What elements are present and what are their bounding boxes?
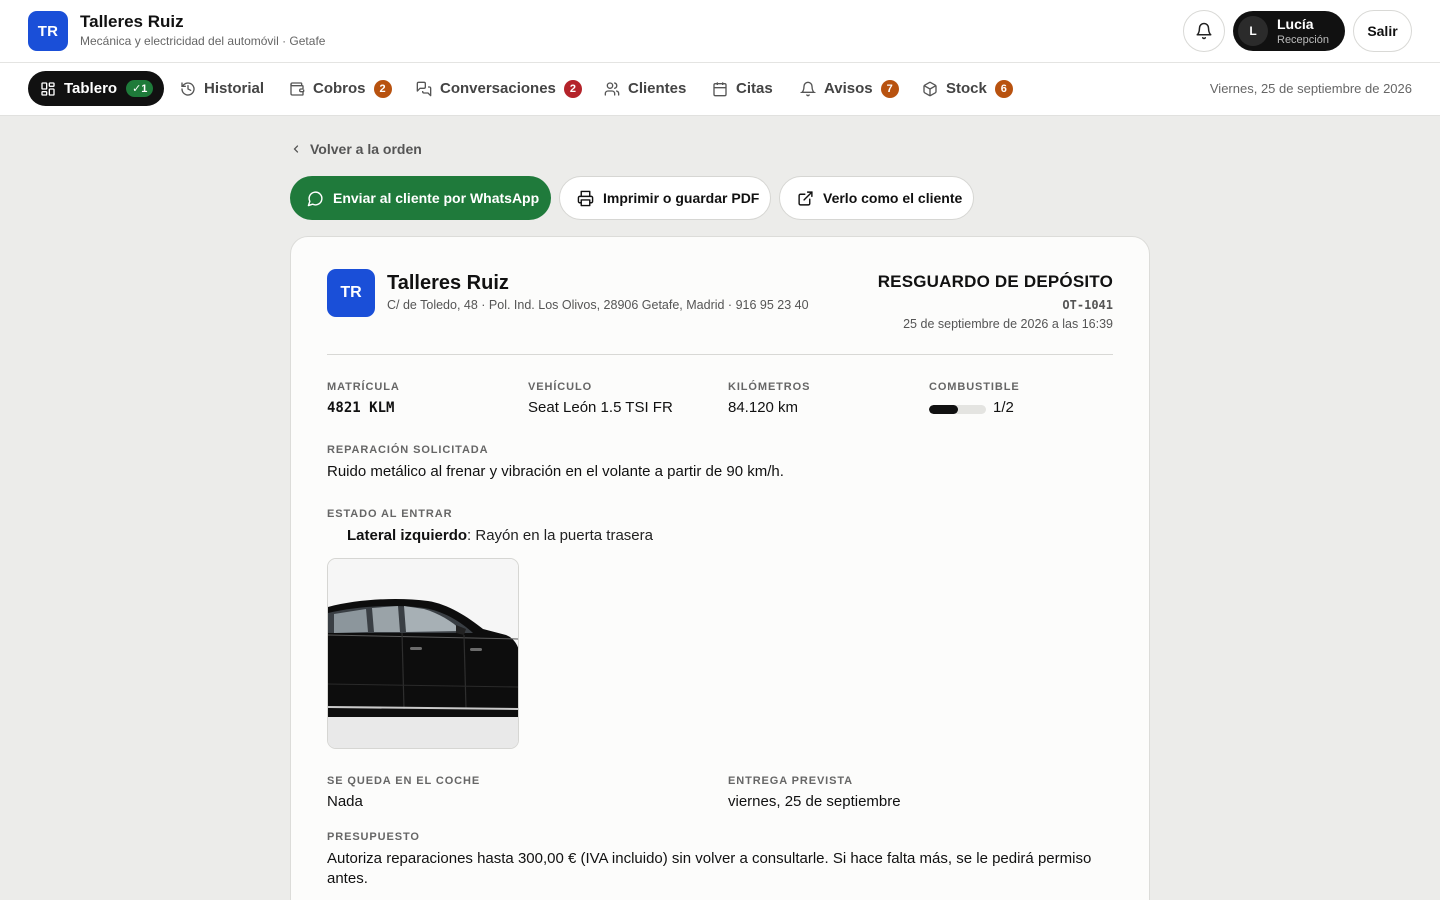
external-link-icon [798,190,813,206]
car-photo-image [328,559,518,748]
app-logo: TR [28,11,68,51]
vehicle-label: VEHÍCULO [528,381,593,393]
box-icon [923,81,937,96]
fuel-value: 1/2 [993,399,1014,416]
nav-cobros[interactable]: Cobros 2 [289,71,392,106]
nav-label: Stock [946,80,987,97]
current-date: Viernes, 25 de septiembre de 2026 [1209,81,1412,96]
fuel-gauge [929,405,986,414]
document-title: RESGUARDO DE DEPÓSITO [877,272,1113,291]
km-value: 84.120 km [728,399,799,416]
budget-label: PRESUPUESTO [327,831,420,843]
nav-avisos[interactable]: Avisos 7 [800,71,899,106]
divider [327,354,1113,355]
company-logo: TR [327,269,375,317]
delivery-label: ENTREGA PREVISTA [728,775,854,787]
vehicle-value: Seat León 1.5 TSI FR [528,399,673,416]
main-nav: Tablero ✓1 Historial Cobros 2 Conversaci… [0,63,1440,116]
nav-label: Tablero [64,80,118,97]
send-whatsapp-button[interactable]: Enviar al cliente por WhatsApp [290,176,551,220]
bell-icon [800,81,816,96]
condition-part: Lateral izquierdo [347,527,468,544]
back-label: Volver a la orden [310,141,422,157]
count-badge: 2 [563,79,582,98]
app-name: Talleres Ruiz [80,12,184,31]
fuel-label: COMBUSTIBLE [929,381,1020,393]
print-pdf-button[interactable]: Imprimir o guardar PDF [559,176,771,220]
condition-label: ESTADO AL ENTRAR [327,508,453,520]
calendar-icon [713,81,727,96]
wallet-icon [290,81,305,96]
nav-label: Historial [204,80,265,97]
count-badge: 2 [373,79,392,98]
notifications-button[interactable] [1183,10,1225,52]
message-circle-icon [307,190,323,206]
company-name: Talleres Ruiz [387,272,509,294]
stays-value: Nada [327,793,363,810]
delivery-value: viernes, 25 de septiembre [728,793,901,810]
printer-icon [577,190,594,206]
users-icon [604,81,620,96]
damage-photo[interactable] [327,558,519,749]
count-badge: 6 [994,79,1013,98]
nav-conversaciones[interactable]: Conversaciones 2 [416,71,582,106]
nav-label: Citas [736,80,773,97]
condition-desc: : Rayón en la puerta trasera [467,527,653,544]
nav-label: Clientes [628,80,687,97]
stays-label: SE QUEDA EN EL COCHE [327,775,481,787]
fuel-gauge-fill [929,405,958,414]
logout-button[interactable]: Salir [1353,10,1412,52]
nav-label: Cobros [313,80,366,97]
button-label: Verlo como el cliente [823,190,963,206]
dashboard-icon [41,81,55,96]
user-role: Recepción [1277,34,1329,46]
deposit-receipt: TR Talleres Ruiz C/ de Toledo, 48 · Pol.… [290,236,1150,900]
plate-value: 4821 KLM [327,400,395,416]
repair-value: Ruido metálico al frenar y vibración en … [327,463,784,480]
nav-label: Avisos [824,80,873,97]
chevron-left-icon [293,145,299,153]
avatar: L [1238,16,1268,46]
nav-stock[interactable]: Stock 6 [922,71,1013,106]
order-code: OT-1041 [1062,298,1113,312]
user-menu[interactable]: L Lucía Recepción [1233,11,1345,51]
count-badge: 7 [880,79,899,98]
app-subtitle: Mecánica y electricidad del automóvil · … [80,34,326,48]
nav-citas[interactable]: Citas [712,71,773,106]
repair-label: REPARACIÓN SOLICITADA [327,444,489,456]
budget-value: Autoriza reparaciones hasta 300,00 € (IV… [327,850,1092,887]
user-name: Lucía [1277,16,1314,32]
nav-clientes[interactable]: Clientes [604,71,686,106]
nav-label: Conversaciones [440,80,556,97]
chat-icon [416,81,432,96]
bell-icon [1196,22,1212,40]
back-to-order-link[interactable]: Volver a la orden [290,141,422,157]
nav-historial[interactable]: Historial [180,71,264,106]
km-label: KILÓMETROS [728,381,811,393]
view-as-client-button[interactable]: Verlo como el cliente [779,176,974,220]
status-badge: ✓1 [126,80,154,97]
button-label: Imprimir o guardar PDF [603,190,760,206]
plate-label: MATRÍCULA [327,381,400,393]
condition-item: Lateral izquierdo: Rayón en la puerta tr… [347,527,653,544]
company-address: C/ de Toledo, 48 · Pol. Ind. Los Olivos,… [387,298,809,312]
history-icon [181,81,195,96]
button-label: Enviar al cliente por WhatsApp [333,190,540,206]
top-bar: TR Talleres Ruiz Mecánica y electricidad… [0,0,1440,63]
document-datetime: 25 de septiembre de 2026 a las 16:39 [903,317,1113,331]
nav-tablero[interactable]: Tablero ✓1 [28,71,164,106]
